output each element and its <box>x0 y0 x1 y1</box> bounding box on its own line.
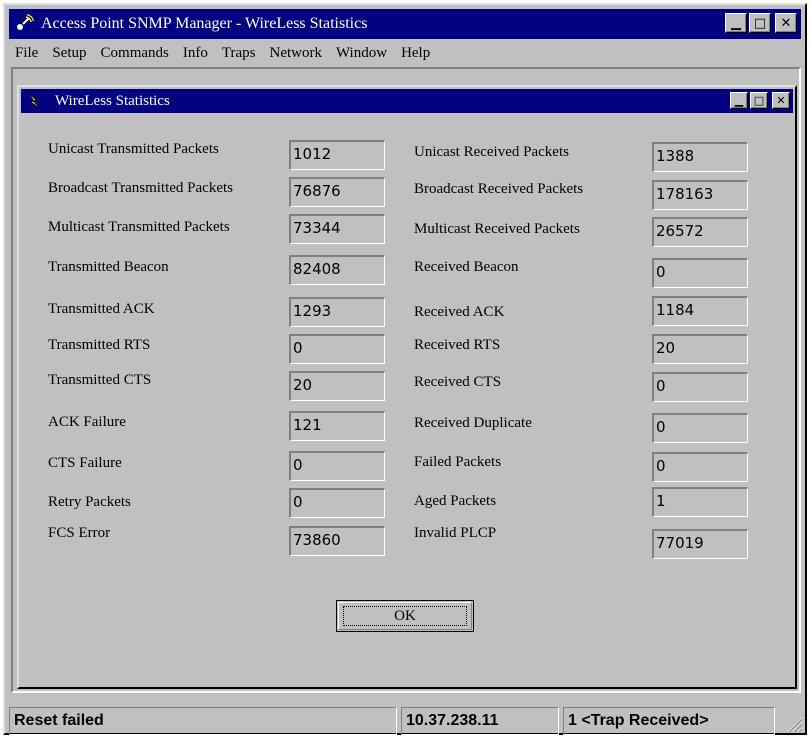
stat-label: Broadcast Transmitted Packets <box>48 180 233 196</box>
stat-label: Unicast Transmitted Packets <box>48 141 219 157</box>
stat-value-field: 178163 <box>652 180 748 210</box>
maximize-icon: □ <box>753 94 765 107</box>
menu-help[interactable]: Help <box>401 45 430 62</box>
stat-value-field: 0 <box>652 372 748 402</box>
stat-label: Retry Packets <box>48 494 131 510</box>
stat-value-field: 0 <box>652 258 748 288</box>
child-minimize-button[interactable]: ▁ <box>730 92 748 109</box>
menu-network[interactable]: Network <box>270 45 323 62</box>
menu-commands[interactable]: Commands <box>101 45 169 62</box>
antenna-icon <box>13 13 35 35</box>
stat-value-field: 82408 <box>289 255 385 285</box>
stat-label: Transmitted Beacon <box>48 259 169 275</box>
stat-value-field: 73344 <box>289 214 385 244</box>
stat-label: Aged Packets <box>414 493 497 509</box>
status-ip-address: 10.37.238.11 <box>401 707 559 735</box>
minimize-icon: ▁ <box>731 15 741 31</box>
stat-value-field: 1293 <box>289 297 385 327</box>
stat-value-field: 0 <box>652 452 748 482</box>
stat-label: Multicast Transmitted Packets <box>48 219 230 235</box>
maximize-icon: □ <box>753 15 767 31</box>
close-icon: ✕ <box>780 15 792 31</box>
child-title-bar[interactable]: WireLess Statistics ▁ □ ✕ <box>21 89 793 113</box>
close-button[interactable]: ✕ <box>775 13 797 33</box>
stat-label: ACK Failure <box>48 414 126 430</box>
stat-value-field: 20 <box>652 334 748 364</box>
stat-label: Broadcast Received Packets <box>414 181 584 197</box>
maximize-button[interactable]: □ <box>749 13 771 33</box>
status-bar: Reset failed 10.37.238.11 1 <Trap Receiv… <box>9 707 805 735</box>
stat-value-field: 76876 <box>289 177 385 207</box>
stat-value-field: 1 <box>652 487 748 517</box>
stat-label: Multicast Received Packets <box>414 221 580 237</box>
stat-label: Transmitted CTS <box>48 372 152 388</box>
ok-button-label: OK <box>343 606 467 626</box>
menu-file[interactable]: File <box>15 45 38 62</box>
resize-grip-icon[interactable] <box>785 715 803 733</box>
stat-value-field: 20 <box>289 371 385 401</box>
stat-value-field: 0 <box>289 488 385 518</box>
minimize-icon: ▁ <box>734 94 744 107</box>
status-trap-count: 1 <Trap Received> <box>563 707 775 735</box>
status-message: Reset failed <box>9 707 397 735</box>
stat-label: Unicast Received Packets <box>414 144 569 160</box>
stat-value-field: 0 <box>652 413 748 443</box>
child-window-title: WireLess Statistics <box>55 92 170 109</box>
menu-bar: File Setup Commands Info Traps Network W… <box>9 41 801 65</box>
child-maximize-button[interactable]: □ <box>750 92 768 109</box>
stat-label: Failed Packets <box>414 454 502 470</box>
stat-label: Transmitted ACK <box>48 301 155 317</box>
menu-info[interactable]: Info <box>183 45 208 62</box>
child-close-button[interactable]: ✕ <box>772 92 790 109</box>
stat-label: Received ACK <box>414 304 505 320</box>
stat-label: FCS Error <box>48 525 111 541</box>
stat-label: Received Duplicate <box>414 415 532 431</box>
stat-label: CTS Failure <box>48 455 122 471</box>
stat-value-field: 0 <box>289 334 385 364</box>
minimize-button[interactable]: ▁ <box>725 13 747 33</box>
close-icon: ✕ <box>776 94 786 107</box>
menu-window[interactable]: Window <box>336 45 387 62</box>
title-bar[interactable]: Access Point SNMP Manager - WireLess Sta… <box>9 9 801 39</box>
stat-label: Invalid PLCP <box>414 525 497 541</box>
window-title: Access Point SNMP Manager - WireLess Sta… <box>41 15 368 32</box>
app-window: Access Point SNMP Manager - WireLess Sta… <box>3 3 807 735</box>
stat-label: Transmitted RTS <box>48 337 151 353</box>
ok-button[interactable]: OK <box>336 600 474 632</box>
stat-value-field: 26572 <box>652 217 748 247</box>
stat-label: Received Beacon <box>414 259 519 275</box>
menu-setup[interactable]: Setup <box>52 45 86 62</box>
menu-traps[interactable]: Traps <box>222 45 256 62</box>
stat-value-field: 1388 <box>652 142 748 172</box>
stat-label: Received CTS <box>414 374 502 390</box>
stat-value-field: 1012 <box>289 140 385 170</box>
stat-value-field: 0 <box>289 451 385 481</box>
stat-value-field: 1184 <box>652 296 748 326</box>
stat-value-field: 77019 <box>652 529 748 559</box>
lightning-icon <box>25 91 45 111</box>
stat-label: Received RTS <box>414 337 501 353</box>
stat-value-field: 121 <box>289 411 385 441</box>
stat-value-field: 73860 <box>289 526 385 556</box>
